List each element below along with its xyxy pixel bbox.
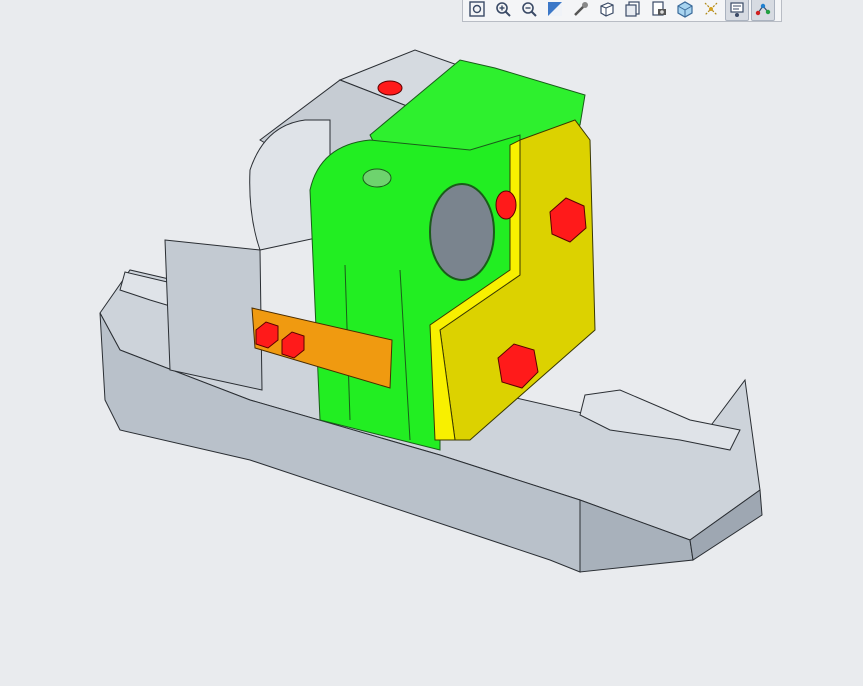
oil-hole	[362, 168, 392, 188]
graphics-viewport[interactable]	[0, 0, 863, 686]
annotation-display-icon	[730, 1, 744, 17]
connection-display-icon	[755, 3, 771, 15]
zoom-out-icon	[522, 1, 537, 17]
display-style-icon	[600, 1, 614, 17]
display-style-button[interactable]	[595, 0, 619, 21]
spin-center-button[interactable]	[569, 0, 593, 21]
bolt-end	[377, 80, 403, 96]
back-block-lower	[164, 239, 263, 391]
bore-hole	[429, 183, 495, 281]
saved-orientations-icon	[625, 0, 640, 17]
bolt-end	[495, 190, 517, 220]
zoom-in-icon	[496, 1, 511, 17]
annotation-display-button[interactable]	[725, 0, 749, 21]
datum-display-button[interactable]	[699, 0, 723, 21]
connection-display-button[interactable]	[751, 0, 775, 21]
view-manager-button[interactable]	[647, 0, 671, 21]
graphics-toolbar	[462, 0, 782, 22]
view-manager-icon	[652, 0, 666, 16]
repaint-icon	[548, 1, 562, 16]
datum-display-icon	[704, 2, 718, 15]
zoom-in-button[interactable]	[491, 0, 515, 21]
spin-center-icon	[574, 1, 588, 16]
refit-button[interactable]	[465, 0, 489, 21]
perspective-button[interactable]	[673, 0, 697, 21]
saved-orientations-button[interactable]	[621, 0, 645, 21]
repaint-button[interactable]	[543, 0, 567, 21]
perspective-icon	[677, 0, 693, 18]
refit-icon	[469, 0, 485, 17]
zoom-out-button[interactable]	[517, 0, 541, 21]
